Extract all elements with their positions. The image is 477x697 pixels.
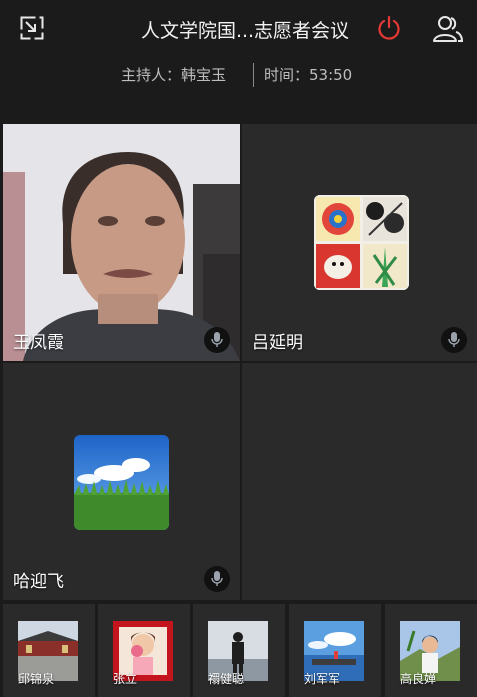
thumbnail-name: 邱锦泉 [18,672,55,686]
power-icon[interactable] [376,15,402,41]
thumbnail-name: 高良婵 [400,672,437,686]
thumbnail-4[interactable]: 刘军军 [289,604,381,697]
thumbnail-2[interactable]: 张立 [98,604,190,697]
meeting-info: 主持人：韩宝玉 时间：53:50 [0,63,477,87]
participant-avatar [314,195,409,290]
thumbnail-1[interactable]: 邱锦泉 [3,604,95,697]
top-bar: 人文学院国...志愿者会议 主持人：韩宝玉 时间：53:50 [0,0,477,115]
minimize-icon[interactable] [20,16,44,40]
empty-tile [242,363,477,600]
thumbnail-3[interactable]: 禤健聪 [193,604,285,697]
meeting-time: 时间：53:50 [264,66,353,84]
participant-avatar [74,435,169,530]
divider [253,63,254,87]
microphone-icon[interactable] [204,566,230,592]
participant-tile-1[interactable]: 王凤霞 [3,124,240,361]
thumbnail-name: 刘军军 [304,672,341,686]
participant-tile-2[interactable]: 吕延明 [242,124,477,361]
participant-name: 哈迎飞 [13,572,64,592]
thumbnail-name: 张立 [113,672,138,686]
thumbnail-name: 禤健聪 [208,672,245,686]
meeting-title: 人文学院国...志愿者会议 [140,20,350,42]
microphone-icon[interactable] [204,327,230,353]
participant-tile-3[interactable]: 哈迎飞 [3,363,240,600]
host-label: 主持人：韩宝玉 [121,66,227,84]
participant-name: 吕延明 [252,333,303,353]
thumbnail-5[interactable]: 高良婵 [385,604,477,697]
participant-name: 王凤霞 [13,333,64,353]
participants-icon[interactable] [432,15,464,43]
participant-video [3,124,240,361]
microphone-icon[interactable] [441,327,467,353]
